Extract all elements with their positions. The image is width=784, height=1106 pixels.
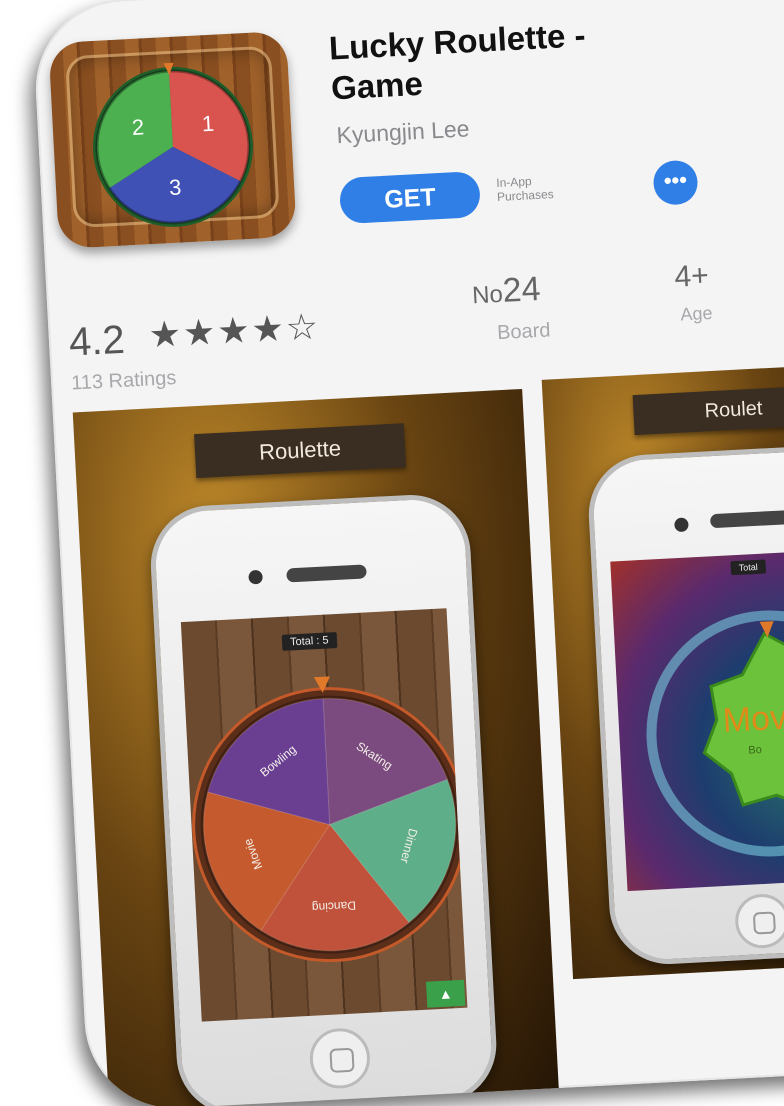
rating-value: 4.2: [67, 317, 126, 365]
home-button-icon: [308, 1026, 372, 1090]
icon-wheel-label-1: 1: [201, 111, 215, 137]
speaker-icon: [286, 564, 367, 583]
developer-name[interactable]: Kyungjin Lee: [336, 115, 470, 149]
roulette-wheel-icon: 2 1 3: [92, 62, 253, 227]
ratings-count[interactable]: 113 Ratings: [71, 367, 177, 395]
in-app-purchases-note: In-App Purchases: [496, 173, 554, 204]
phone-mockup-2: Total Mov Bo: [585, 441, 784, 968]
chart-rank-number: 24: [501, 269, 542, 310]
home-button-icon-2: [733, 892, 784, 950]
roulette-wheel: SkatingDinnerDancingMovieBowling: [192, 676, 468, 963]
star-rating-icon: ★★★★☆: [147, 305, 321, 356]
expand-up-button[interactable]: ▲: [426, 979, 466, 1008]
roulette-banner: Roulette: [194, 423, 407, 479]
camera-icon: [248, 569, 263, 585]
icon-wheel-label-3: 3: [168, 175, 182, 201]
card-content: 2 1 3 Lucky Roulette - Game Kyungjin Lee…: [31, 0, 784, 1106]
more-options-button[interactable]: •••: [652, 159, 699, 206]
chart-rank-prefix: No: [471, 280, 504, 310]
ellipsis-icon: •••: [663, 167, 688, 194]
phone-screen: Total : 5 Skating Dinner Dancing Movie Bowli…: [180, 608, 468, 1022]
app-title: Lucky Roulette - Game: [328, 16, 587, 107]
roulette-banner-2: Roulet: [632, 384, 784, 436]
dial-center-label: Mov: [721, 698, 784, 740]
get-button[interactable]: GET: [338, 170, 482, 225]
app-icon[interactable]: 2 1 3: [48, 30, 297, 249]
wheel-label-dancing: Dancing: [312, 898, 357, 914]
app-store-page: 2 1 3 Lucky Roulette - Game Kyungjin Lee…: [0, 0, 784, 1106]
age-label: Age: [679, 302, 713, 325]
dial-center-sublabel: Bo: [748, 743, 763, 757]
chart-rank: No24: [471, 270, 541, 313]
phone-screen-2: Total Mov Bo: [610, 547, 784, 892]
camera-icon-2: [674, 517, 689, 533]
age-rating: 4+: [673, 259, 710, 294]
chart-category: Board: [496, 319, 552, 345]
screenshot-1[interactable]: Roulette Total : 5 Skating Dinner Dancing M…: [72, 388, 560, 1106]
phone-mockup: Total : 5 Skating Dinner Dancing Movie Bowli…: [147, 491, 500, 1106]
app-store-card: 2 1 3 Lucky Roulette - Game Kyungjin Lee…: [31, 0, 784, 1106]
speaker-icon-2: [709, 510, 784, 529]
screenshot-2[interactable]: Roulet Total Mov Bo: [541, 364, 784, 980]
iap-line-2: Purchases: [496, 187, 555, 204]
icon-wheel-label-2: 2: [131, 114, 145, 140]
